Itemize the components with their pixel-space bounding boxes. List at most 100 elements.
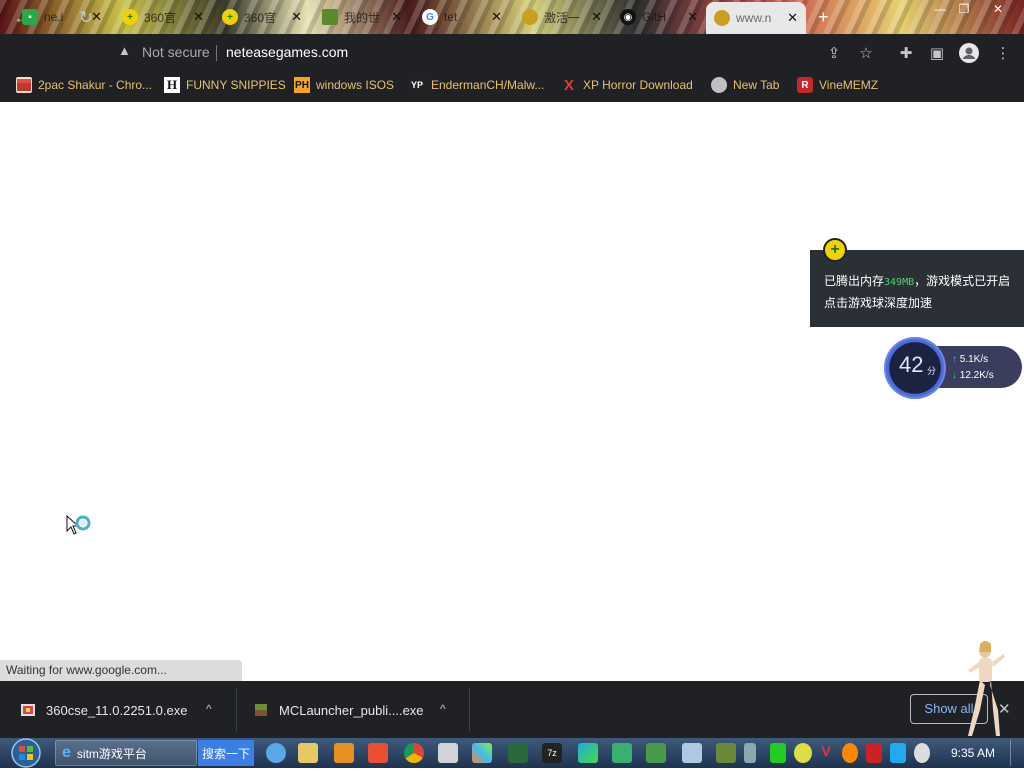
- tab-label: tet: [444, 10, 458, 24]
- minimize-icon[interactable]: —: [928, 0, 952, 18]
- bookmark-endermanch[interactable]: YP EndermanCH/Malw...: [409, 76, 544, 94]
- tray-icon-6[interactable]: [890, 743, 906, 763]
- upload-speed: ↑ 5.1K/s: [952, 354, 988, 365]
- close-icon[interactable]: ✕: [391, 9, 402, 25]
- download-speed: ↓ 12.2K/s: [952, 370, 994, 381]
- security-label[interactable]: Not secure: [142, 44, 210, 60]
- close-icon[interactable]: ✕: [91, 9, 102, 25]
- busy-cursor-icon: [66, 514, 94, 540]
- coin-icon: [522, 9, 538, 25]
- terminal-icon[interactable]: [508, 743, 528, 763]
- menu-kebab-icon[interactable]: ⋮: [992, 42, 1014, 64]
- download-item-2[interactable]: MCLauncher_publi....exe: [253, 700, 424, 720]
- close-icon[interactable]: ✕: [291, 9, 302, 25]
- installer-icon: [20, 702, 36, 718]
- bookmark-xp-horror[interactable]: X XP Horror Download: [561, 76, 693, 94]
- taskbar-app-ie[interactable]: e sitm游戏平台: [55, 740, 197, 766]
- dancing-figure-icon: [960, 640, 1010, 741]
- play-store-icon[interactable]: [578, 743, 598, 763]
- tab-7[interactable]: ◉ GitH ✕: [612, 4, 706, 30]
- chrome-icon[interactable]: [404, 743, 424, 763]
- extensions-icon[interactable]: ✚: [895, 42, 917, 64]
- bookmark-funny-snippies[interactable]: H FUNNY SNIPPIES: [164, 76, 286, 94]
- divider: [469, 688, 470, 732]
- page-content: [0, 102, 1024, 680]
- x-icon: X: [563, 76, 574, 94]
- popup-message[interactable]: 已腾出内存349MB，游戏模式已开启 点击游戏球深度加速: [824, 271, 1020, 314]
- app-icon-1[interactable]: [368, 743, 388, 763]
- media-player-icon[interactable]: [334, 743, 354, 763]
- side-panel-icon[interactable]: ▣: [926, 42, 948, 64]
- tray-icon-3[interactable]: V: [818, 743, 834, 763]
- grass-block-icon[interactable]: [716, 743, 736, 763]
- star-icon[interactable]: ☆: [855, 42, 877, 64]
- github-icon: ◉: [620, 9, 636, 25]
- app-icon-3[interactable]: [472, 743, 492, 763]
- tray-icon-4[interactable]: [842, 743, 858, 763]
- share-icon[interactable]: ⇪: [823, 42, 845, 64]
- yp-icon: YP: [409, 77, 425, 93]
- start-button[interactable]: [8, 738, 44, 768]
- folder-icon[interactable]: [298, 743, 318, 763]
- coin-icon: [714, 10, 730, 26]
- google-icon: G: [422, 9, 438, 25]
- warning-icon[interactable]: ▲: [118, 43, 131, 58]
- tab-label: 360官: [144, 10, 177, 25]
- tab-6[interactable]: 激活一 ✕: [514, 4, 610, 30]
- tray-icon-5[interactable]: [866, 743, 882, 763]
- close-window-icon[interactable]: ✕: [986, 0, 1010, 18]
- popup-line2: 点击游戏球深度加速: [824, 296, 933, 310]
- chevron-up-icon[interactable]: ^: [206, 702, 212, 716]
- search-button[interactable]: 搜索一下: [198, 740, 254, 766]
- tab-label: GitH: [642, 10, 666, 24]
- show-desktop-button[interactable]: [1010, 740, 1023, 766]
- h-icon: H: [164, 77, 180, 93]
- restore-icon[interactable]: ❐: [952, 0, 976, 18]
- grass-block-icon: [322, 9, 338, 25]
- bookmark-2pac[interactable]: 2pac Shakur - Chro...: [16, 76, 152, 94]
- tab-2[interactable]: + 360官 ✕: [114, 4, 212, 30]
- app-icon-4[interactable]: [612, 743, 632, 763]
- tray-icon-1[interactable]: [770, 743, 786, 763]
- tab-label: 激活一: [544, 10, 581, 25]
- app-icon-5[interactable]: [646, 743, 666, 763]
- tab-8-active[interactable]: www.n ✕: [706, 2, 806, 34]
- close-icon[interactable]: ✕: [193, 9, 204, 25]
- download-filename: 360cse_11.0.2251.0.exe: [46, 702, 188, 718]
- close-icon[interactable]: ✕: [787, 10, 798, 26]
- status-bubble: Waiting for www.google.com...: [0, 660, 242, 681]
- chat-icon: ▪: [22, 9, 38, 25]
- tab-label: ne.i: [44, 10, 64, 24]
- chevron-up-icon[interactable]: ^: [440, 702, 446, 716]
- tab-4[interactable]: 我的世 ✕: [314, 4, 410, 30]
- close-icon[interactable]: ✕: [491, 9, 502, 25]
- tab-5[interactable]: G tet ✕: [414, 4, 510, 30]
- tab-1[interactable]: ▪ ne.i ✕: [14, 4, 110, 30]
- bookmark-label: XP Horror Download: [583, 78, 693, 92]
- popup-suffix: ，游戏模式已开启: [914, 274, 1011, 288]
- profile-icon[interactable]: [958, 42, 980, 64]
- url-text[interactable]: neteasegames.com: [226, 44, 348, 60]
- volume-icon[interactable]: [914, 743, 930, 763]
- tab-label: 我的世: [344, 10, 381, 25]
- ie-pinned-icon[interactable]: [266, 743, 286, 763]
- tray-overflow-icon[interactable]: [744, 743, 756, 763]
- tab-3[interactable]: + 360官 ✕: [214, 4, 310, 30]
- close-icon[interactable]: ✕: [687, 9, 698, 25]
- tray-icon-2[interactable]: [794, 743, 812, 763]
- 7zip-icon[interactable]: 7z: [542, 743, 562, 763]
- globe-icon: [711, 77, 727, 93]
- close-icon[interactable]: ✕: [591, 9, 602, 25]
- address-bar[interactable]: [108, 40, 888, 65]
- download-filename: MCLauncher_publi....exe: [279, 702, 424, 718]
- clock[interactable]: 9:35 AM: [951, 746, 995, 760]
- r-icon: R: [797, 77, 813, 93]
- bookmark-vinememz[interactable]: R VineMEMZ: [797, 76, 878, 94]
- bookmark-new-tab[interactable]: New Tab: [711, 76, 779, 94]
- download-item-1[interactable]: 360cse_11.0.2251.0.exe: [20, 700, 187, 720]
- plus-ball-icon[interactable]: +: [823, 238, 847, 262]
- new-tab-button[interactable]: +: [818, 7, 829, 28]
- app-icon-6[interactable]: [682, 743, 702, 763]
- app-icon-2[interactable]: [438, 743, 458, 763]
- bookmark-windows-isos[interactable]: PH windows ISOS: [294, 76, 394, 94]
